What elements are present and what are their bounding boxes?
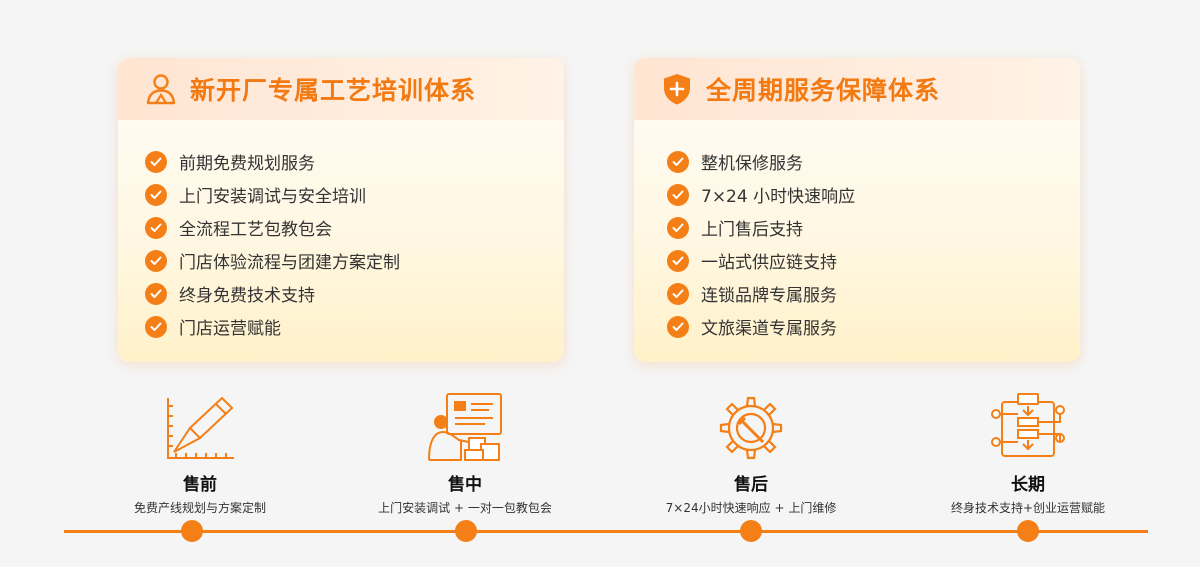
list-item-label: 门店运营赋能 [179,319,281,339]
list-item: 门店运营赋能 [145,310,564,343]
list-item-label: 全流程工艺包教包会 [179,220,332,240]
training-board-icon [425,392,505,464]
training-system-card: 新开厂专属工艺培训体系 前期免费规划服务 上门安装调试与安全培训 全流程工艺包教… [118,58,564,362]
list-item: 上门售后支持 [667,211,1080,244]
check-icon [667,249,689,272]
list-item: 连锁品牌专属服务 [667,277,1080,310]
list-item-label: 文旅渠道专属服务 [701,319,837,339]
service-guarantee-card: 全周期服务保障体系 整机保修服务 7×24 小时快速响应 上门售后支持 一站式供… [634,58,1080,362]
check-icon [145,249,167,272]
card-header: 全周期服务保障体系 [634,58,1080,120]
list-item: 全流程工艺包教包会 [145,211,564,244]
list-item: 整机保修服务 [667,145,1080,178]
training-service-list: 前期免费规划服务 上门安装调试与安全培训 全流程工艺包教包会 门店体验流程与团建… [118,120,564,343]
list-item: 一站式供应链支持 [667,244,1080,277]
list-item-label: 门店体验流程与团建方案定制 [179,253,400,273]
list-item-label: 7×24 小时快速响应 [701,187,856,207]
check-icon [145,282,167,305]
list-item-label: 连锁品牌专属服务 [701,286,837,306]
list-item: 文旅渠道专属服务 [667,310,1080,343]
step-subtitle: 上门安装调试 + 一对一包教包会 [378,501,552,515]
list-item-label: 终身免费技术支持 [179,286,315,306]
list-item-label: 上门售后支持 [701,220,803,240]
trainer-person-icon [144,72,178,106]
shield-plus-icon [660,72,694,106]
process-flow-icon [988,392,1068,464]
step-longterm: 长期 终身技术支持+创业运营赋能 [908,392,1148,516]
gear-wrench-icon [711,392,791,464]
check-icon [667,183,689,206]
check-icon [667,216,689,239]
step-title: 长期 [1011,475,1045,495]
step-aftersale: 售后 7×24小时快速响应 + 上门维修 [631,392,871,516]
check-icon [145,150,167,173]
list-item-label: 一站式供应链支持 [701,253,837,273]
step-title: 售后 [734,475,768,495]
guarantee-service-list: 整机保修服务 7×24 小时快速响应 上门售后支持 一站式供应链支持 连锁品牌专… [634,120,1080,343]
timeline-dot [455,520,477,542]
list-item-label: 前期免费规划服务 [179,154,315,174]
list-item-label: 上门安装调试与安全培训 [179,187,366,207]
ruler-pencil-icon [160,392,240,464]
check-icon [667,282,689,305]
list-item: 上门安装调试与安全培训 [145,178,564,211]
step-insale: 售中 上门安装调试 + 一对一包教包会 [345,392,585,516]
card-title: 新开厂专属工艺培训体系 [190,76,477,105]
step-title: 售前 [183,475,217,495]
check-icon [145,315,167,338]
card-header: 新开厂专属工艺培训体系 [118,58,564,120]
step-subtitle: 7×24小时快速响应 + 上门维修 [665,501,837,515]
timeline-line [64,530,1148,533]
timeline-dot [181,520,203,542]
list-item: 7×24 小时快速响应 [667,178,1080,211]
step-subtitle: 免费产线规划与方案定制 [133,501,266,515]
check-icon [667,315,689,338]
check-icon [667,150,689,173]
list-item-label: 整机保修服务 [701,154,803,174]
check-icon [145,216,167,239]
list-item: 门店体验流程与团建方案定制 [145,244,564,277]
step-subtitle: 终身技术支持+创业运营赋能 [950,501,1106,515]
card-title: 全周期服务保障体系 [706,76,941,105]
list-item: 前期免费规划服务 [145,145,564,178]
step-title: 售中 [448,475,482,495]
timeline-dot [740,520,762,542]
timeline-dot [1017,520,1039,542]
check-icon [145,183,167,206]
step-presale: 售前 免费产线规划与方案定制 [80,392,320,516]
list-item: 终身免费技术支持 [145,277,564,310]
